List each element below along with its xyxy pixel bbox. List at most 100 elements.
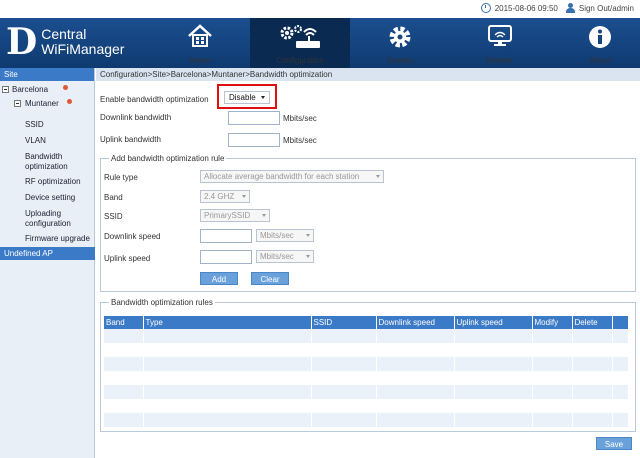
table-row (104, 329, 629, 343)
network-label: Muntaner (25, 99, 59, 108)
downlink-speed-label: Downlink speed (104, 232, 161, 241)
table-cell (143, 399, 312, 413)
collapse-icon[interactable] (14, 100, 21, 107)
band-label: Band (104, 193, 123, 202)
monitor-icon (488, 25, 512, 46)
nav-system[interactable]: System (350, 18, 450, 68)
downlink-unit-select[interactable]: Mbits/sec (256, 229, 314, 242)
sidebar: Site Barcelona Muntaner SSID VLAN Bandwi… (0, 68, 95, 458)
table-cell (143, 343, 312, 357)
sidebar-item-device[interactable]: Device setting (25, 193, 75, 203)
sidebar-item-bandwidth[interactable]: Bandwidth optimization (25, 152, 85, 172)
uplink-speed-label: Uplink speed (104, 254, 151, 263)
table-cell (572, 385, 613, 399)
table-cell (612, 343, 629, 357)
signout-link[interactable]: Sign Out/admin (579, 4, 634, 13)
table-cell (104, 343, 144, 357)
table-cell (572, 343, 613, 357)
nav-about-label: About (589, 56, 611, 65)
table-cell (376, 329, 455, 343)
table-cell (376, 357, 455, 371)
clock-icon (480, 3, 491, 13)
highlight-box (217, 84, 277, 109)
nav-monitor-label: Monitor (486, 56, 514, 65)
column-header: Type (143, 316, 312, 329)
table-cell (454, 413, 533, 427)
rules-table: Band Type SSID Downlink speed Uplink spe… (104, 316, 629, 427)
add-button[interactable]: Add (200, 272, 238, 285)
table-cell (454, 385, 533, 399)
table-cell (572, 371, 613, 385)
table-cell (532, 399, 573, 413)
enable-label: Enable bandwidth optimization (100, 95, 209, 104)
nav-system-label: System (386, 56, 414, 65)
logo-letter: D (6, 21, 38, 63)
band-select[interactable]: 2.4 GHZ (200, 190, 250, 203)
rule-type-label: Rule type (104, 173, 138, 182)
configuration-icon (280, 25, 320, 48)
user-icon (565, 3, 575, 13)
logo: D Central WiFiManager (6, 22, 124, 62)
column-header: SSID (311, 316, 377, 329)
column-header: Band (104, 316, 144, 329)
tree-network[interactable]: Muntaner (0, 97, 94, 111)
collapse-icon[interactable] (2, 86, 9, 93)
uplink-unit: Mbits/sec (283, 136, 317, 145)
table-cell (454, 371, 533, 385)
table-cell (104, 413, 144, 427)
rules-legend: Bandwidth optimization rules (109, 298, 215, 307)
table-cell (104, 357, 144, 371)
table-cell (376, 413, 455, 427)
chevron-down-icon (376, 175, 380, 178)
column-header: Uplink speed (454, 316, 533, 329)
table-cell (311, 399, 377, 413)
table-cell (454, 357, 533, 371)
nav-configuration[interactable]: Configuration (250, 18, 350, 68)
nav-monitor[interactable]: Monitor (450, 18, 550, 68)
save-button[interactable]: Save (596, 437, 632, 450)
clear-button[interactable]: Clear (251, 272, 289, 285)
sidebar-item-uploading[interactable]: Uploading configuration (25, 209, 85, 229)
uplink-input[interactable] (228, 133, 280, 147)
uplink-unit-select[interactable]: Mbits/sec (256, 250, 314, 263)
sidebar-item-firmware[interactable]: Firmware upgrade (25, 234, 90, 244)
uplink-speed-input[interactable] (200, 250, 252, 264)
table-cell (572, 399, 613, 413)
rule-type-select[interactable]: Allocate average bandwidth for each stat… (200, 170, 384, 183)
rule-type-value: Allocate average bandwidth for each stat… (204, 172, 360, 181)
sidebar-item-ssid[interactable]: SSID (25, 120, 44, 130)
tree-site[interactable]: Barcelona (0, 83, 94, 97)
nav-configuration-label: Configuration (276, 56, 324, 65)
table-row (104, 371, 629, 385)
table-cell (612, 399, 629, 413)
table-cell (104, 371, 144, 385)
sidebar-item-vlan[interactable]: VLAN (25, 136, 46, 146)
table-cell (612, 329, 629, 343)
table-header-row: Band Type SSID Downlink speed Uplink spe… (104, 316, 629, 329)
table-cell (532, 329, 573, 343)
downlink-input[interactable] (228, 111, 280, 125)
table-cell (311, 413, 377, 427)
table-cell (376, 343, 455, 357)
table-cell (612, 371, 629, 385)
table-cell (454, 343, 533, 357)
status-dot-icon (63, 85, 68, 90)
site-label: Barcelona (12, 85, 49, 94)
nav-about[interactable]: About (550, 18, 640, 68)
uplink-label: Uplink bandwidth (100, 135, 161, 144)
table-cell (572, 357, 613, 371)
downlink-unit-value: Mbits/sec (260, 231, 294, 240)
table-cell (532, 385, 573, 399)
column-header-spacer (612, 316, 629, 329)
ssid-value: PrimarySSID (204, 211, 251, 220)
ssid-select[interactable]: PrimarySSID (200, 209, 270, 222)
nav-home[interactable]: Home (150, 18, 250, 68)
sidebar-undefined-ap[interactable]: Undefined AP (0, 247, 95, 260)
table-cell (532, 371, 573, 385)
chevron-down-icon (262, 214, 266, 217)
sidebar-item-rf[interactable]: RF optimization (25, 177, 81, 187)
table-cell (454, 329, 533, 343)
table-cell (311, 385, 377, 399)
downlink-speed-input[interactable] (200, 229, 252, 243)
table-cell (311, 371, 377, 385)
